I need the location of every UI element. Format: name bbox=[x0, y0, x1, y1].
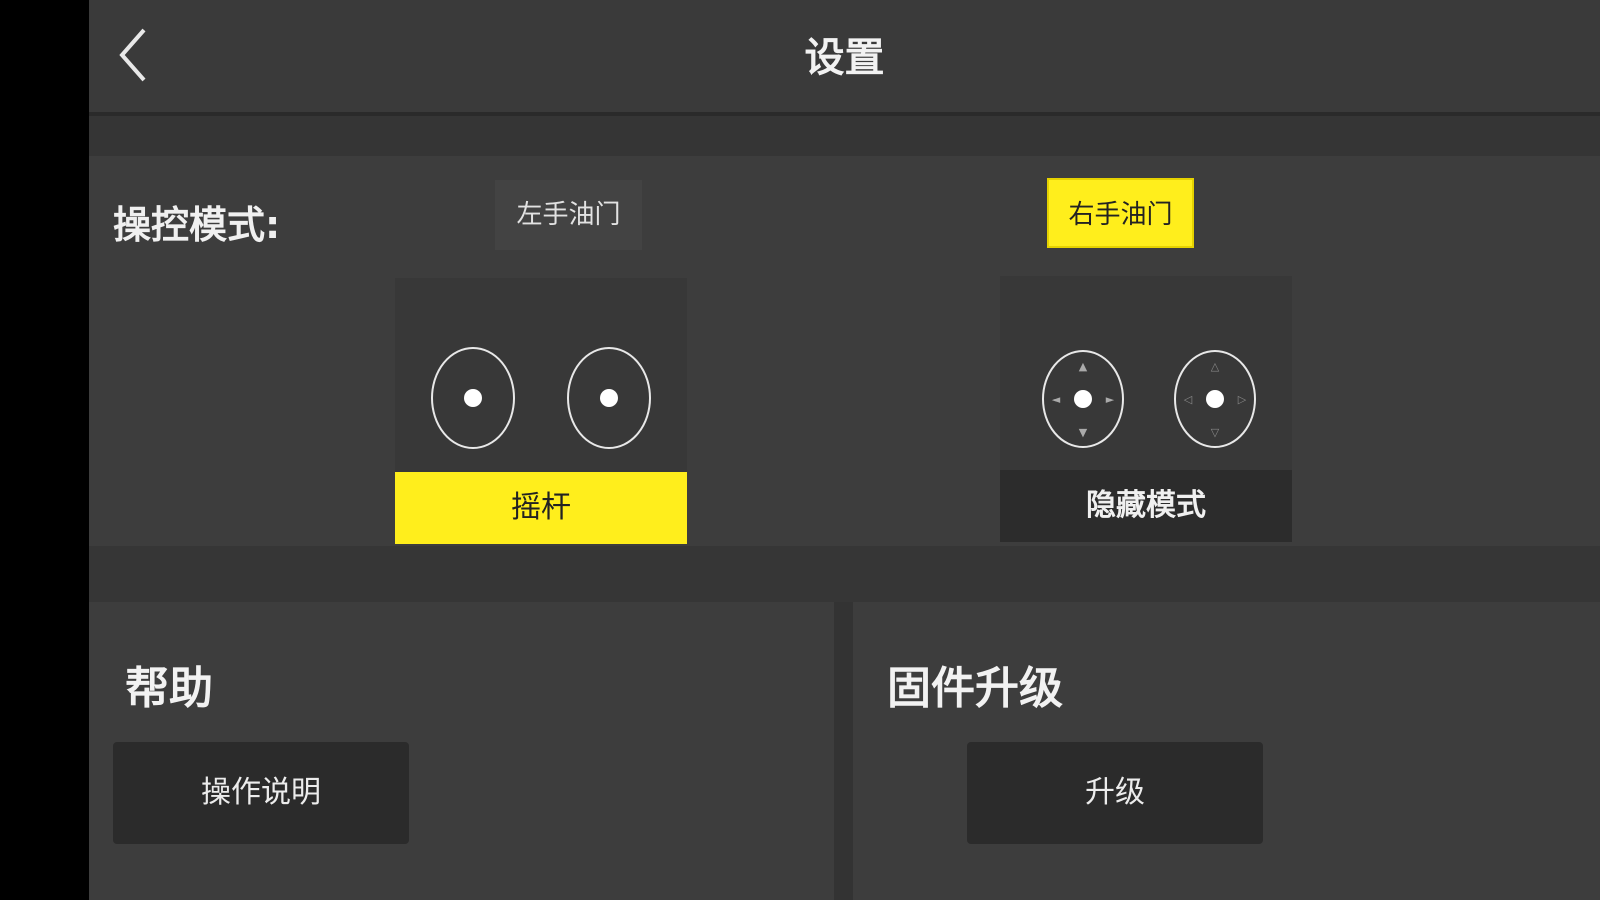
joystick-mode-label: 摇杆 bbox=[395, 472, 687, 544]
hidden-mode-label: 隐藏模式 bbox=[1000, 470, 1292, 542]
help-panel: 帮助 操作说明 bbox=[89, 602, 834, 900]
svg-text:▷: ▷ bbox=[1238, 393, 1247, 406]
section-spacer bbox=[89, 116, 1600, 156]
joystick-mode-card[interactable]: 摇杆 bbox=[395, 278, 687, 544]
svg-text:▼: ▼ bbox=[1079, 426, 1088, 439]
svg-text:▲: ▲ bbox=[1079, 360, 1088, 373]
left-black-bar bbox=[0, 0, 89, 900]
joystick-icon bbox=[431, 347, 651, 449]
firmware-panel: 固件升级 升级 bbox=[853, 602, 1600, 900]
svg-text:◁: ◁ bbox=[1184, 393, 1193, 406]
help-title: 帮助 bbox=[125, 663, 213, 714]
hidden-mode-card[interactable]: ▲ ▼ ◄ ► △ ▽ ◁ ▷ 隐藏模式 bbox=[1000, 276, 1292, 542]
panel-divider bbox=[834, 602, 853, 900]
hidden-joystick-icon: ▲ ▼ ◄ ► △ ▽ ◁ ▷ bbox=[1042, 350, 1256, 448]
settings-screen: 设置 操控模式: 左手油门 右手油门 摇杆 ▲ ▼ ◄ ► △ ▽ ◁ ▷ 隐藏… bbox=[89, 0, 1600, 900]
left-throttle-button[interactable]: 左手油门 bbox=[495, 180, 642, 250]
svg-text:△: △ bbox=[1211, 360, 1220, 373]
firmware-title: 固件升级 bbox=[887, 663, 1063, 714]
instructions-button[interactable]: 操作说明 bbox=[113, 742, 409, 844]
page-title: 设置 bbox=[804, 35, 885, 81]
svg-text:►: ► bbox=[1106, 393, 1115, 406]
right-throttle-button[interactable]: 右手油门 bbox=[1047, 178, 1194, 248]
svg-text:▽: ▽ bbox=[1211, 426, 1220, 439]
control-mode-label: 操控模式: bbox=[113, 203, 281, 247]
svg-text:◄: ◄ bbox=[1052, 393, 1061, 406]
section-spacer bbox=[89, 546, 1600, 602]
upgrade-button[interactable]: 升级 bbox=[967, 742, 1263, 844]
header-bar: 设置 bbox=[89, 0, 1600, 116]
control-mode-section: 操控模式: 左手油门 右手油门 摇杆 ▲ ▼ ◄ ► △ ▽ ◁ ▷ 隐藏模式 bbox=[89, 156, 1600, 546]
